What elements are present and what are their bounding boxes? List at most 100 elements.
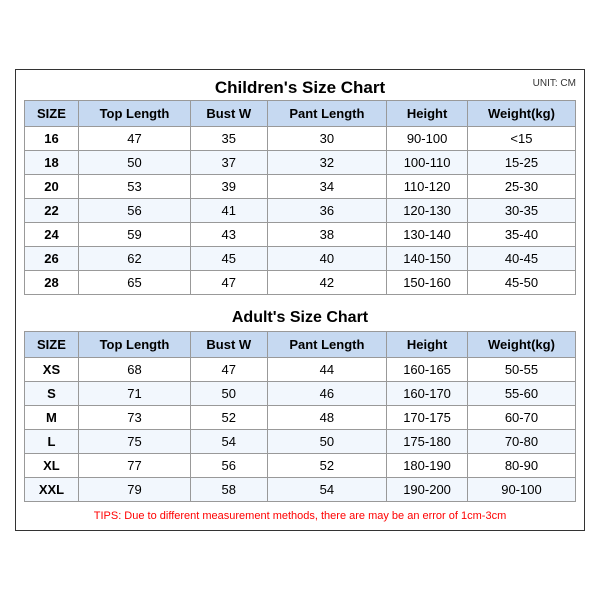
- table-cell: 160-165: [387, 358, 468, 382]
- table-cell: 130-140: [387, 223, 468, 247]
- table-cell: 26: [25, 247, 79, 271]
- table-cell: 140-150: [387, 247, 468, 271]
- children-col-header: Bust W: [191, 101, 268, 127]
- table-cell: 25-30: [467, 175, 575, 199]
- table-cell: 39: [191, 175, 268, 199]
- table-cell: 100-110: [387, 151, 468, 175]
- children-table-body: 1647353090-100<1518503732100-11015-25205…: [25, 127, 576, 295]
- table-cell: 180-190: [387, 454, 468, 478]
- table-cell: 80-90: [467, 454, 575, 478]
- table-row: 24594338130-14035-40: [25, 223, 576, 247]
- table-cell: 53: [78, 175, 190, 199]
- table-cell: 65: [78, 271, 190, 295]
- adults-table-body: XS684744160-16550-55S715046160-17055-60M…: [25, 358, 576, 502]
- table-cell: 55-60: [467, 382, 575, 406]
- table-cell: 62: [78, 247, 190, 271]
- table-row: S715046160-17055-60: [25, 382, 576, 406]
- table-cell: 77: [78, 454, 190, 478]
- table-cell: 22: [25, 199, 79, 223]
- table-cell: 59: [78, 223, 190, 247]
- table-cell: 175-180: [387, 430, 468, 454]
- table-cell: 43: [191, 223, 268, 247]
- table-cell: 56: [78, 199, 190, 223]
- table-row: 20533934110-12025-30: [25, 175, 576, 199]
- children-size-table: SIZETop LengthBust WPant LengthHeightWei…: [24, 100, 576, 295]
- table-cell: 42: [267, 271, 387, 295]
- table-cell: 34: [267, 175, 387, 199]
- table-cell: 58: [191, 478, 268, 502]
- table-cell: 35: [191, 127, 268, 151]
- table-cell: 44: [267, 358, 387, 382]
- adults-col-header: SIZE: [25, 332, 79, 358]
- children-section-title: Children's Size Chart UNIT: CM: [24, 78, 576, 98]
- table-cell: 24: [25, 223, 79, 247]
- table-cell: 60-70: [467, 406, 575, 430]
- table-cell: <15: [467, 127, 575, 151]
- table-cell: 160-170: [387, 382, 468, 406]
- table-cell: L: [25, 430, 79, 454]
- children-col-header: Pant Length: [267, 101, 387, 127]
- table-cell: 90-100: [387, 127, 468, 151]
- size-chart-container: Children's Size Chart UNIT: CM SIZETop L…: [15, 69, 585, 531]
- adults-section-title: Adult's Size Chart: [24, 303, 576, 331]
- tips-text: TIPS: Due to different measurement metho…: [24, 510, 576, 522]
- adults-col-header: Top Length: [78, 332, 190, 358]
- table-cell: 47: [78, 127, 190, 151]
- table-cell: 45: [191, 247, 268, 271]
- table-cell: 20: [25, 175, 79, 199]
- table-cell: 30-35: [467, 199, 575, 223]
- table-cell: 52: [267, 454, 387, 478]
- table-cell: 52: [191, 406, 268, 430]
- adults-table-header: SIZETop LengthBust WPant LengthHeightWei…: [25, 332, 576, 358]
- table-cell: 120-130: [387, 199, 468, 223]
- table-cell: 75: [78, 430, 190, 454]
- table-cell: 16: [25, 127, 79, 151]
- table-cell: 41: [191, 199, 268, 223]
- table-row: XL775652180-19080-90: [25, 454, 576, 478]
- table-row: XXL795854190-20090-100: [25, 478, 576, 502]
- table-cell: M: [25, 406, 79, 430]
- children-col-header: Top Length: [78, 101, 190, 127]
- table-cell: 45-50: [467, 271, 575, 295]
- table-cell: 48: [267, 406, 387, 430]
- adults-col-header: Weight(kg): [467, 332, 575, 358]
- table-cell: 40-45: [467, 247, 575, 271]
- table-cell: 54: [191, 430, 268, 454]
- table-cell: 90-100: [467, 478, 575, 502]
- table-cell: 37: [191, 151, 268, 175]
- children-table-header: SIZETop LengthBust WPant LengthHeightWei…: [25, 101, 576, 127]
- children-col-header: Weight(kg): [467, 101, 575, 127]
- table-row: 26624540140-15040-45: [25, 247, 576, 271]
- adults-size-table: SIZETop LengthBust WPant LengthHeightWei…: [24, 331, 576, 502]
- table-row: L755450175-18070-80: [25, 430, 576, 454]
- children-col-header: SIZE: [25, 101, 79, 127]
- table-cell: 28: [25, 271, 79, 295]
- table-cell: 50: [267, 430, 387, 454]
- table-cell: 71: [78, 382, 190, 406]
- table-row: 1647353090-100<15: [25, 127, 576, 151]
- table-cell: XXL: [25, 478, 79, 502]
- table-cell: 170-175: [387, 406, 468, 430]
- table-cell: 15-25: [467, 151, 575, 175]
- table-cell: 36: [267, 199, 387, 223]
- table-cell: 73: [78, 406, 190, 430]
- table-cell: 110-120: [387, 175, 468, 199]
- table-cell: XS: [25, 358, 79, 382]
- table-row: M735248170-17560-70: [25, 406, 576, 430]
- adults-col-header: Height: [387, 332, 468, 358]
- table-row: 18503732100-11015-25: [25, 151, 576, 175]
- table-cell: 50: [191, 382, 268, 406]
- table-cell: 70-80: [467, 430, 575, 454]
- table-cell: 46: [267, 382, 387, 406]
- table-cell: 38: [267, 223, 387, 247]
- table-cell: XL: [25, 454, 79, 478]
- table-cell: S: [25, 382, 79, 406]
- table-cell: 40: [267, 247, 387, 271]
- table-cell: 54: [267, 478, 387, 502]
- table-cell: 50: [78, 151, 190, 175]
- children-col-header: Height: [387, 101, 468, 127]
- adults-col-header: Bust W: [191, 332, 268, 358]
- unit-label: UNIT: CM: [533, 78, 576, 89]
- table-cell: 18: [25, 151, 79, 175]
- table-cell: 190-200: [387, 478, 468, 502]
